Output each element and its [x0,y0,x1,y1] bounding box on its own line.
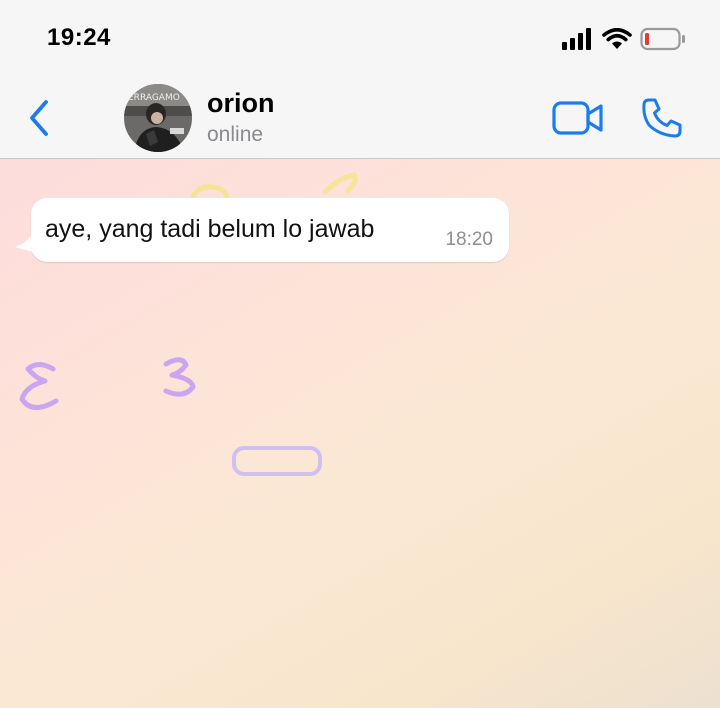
battery-icon [640,27,685,51]
phone-icon [642,98,682,138]
contact-avatar[interactable]: ERRAGAMO [124,84,192,152]
video-call-button[interactable] [552,100,604,136]
contact-name[interactable]: orion [207,88,275,119]
svg-text:ERRAGAMO: ERRAGAMO [128,93,180,103]
message-text: aye, yang tadi belum lo jawab [45,215,375,243]
voice-call-button[interactable] [640,96,684,140]
contact-status: online [207,123,264,146]
chat-header: ERRAGAMO orion online [0,72,720,159]
back-chevron-icon [30,100,48,136]
wifi-icon [602,28,632,49]
avatar-photo: ERRAGAMO [124,84,192,152]
status-time: 19:24 [47,24,111,51]
message-timestamp: 18:20 [445,229,493,250]
video-camera-icon [552,101,603,135]
back-button[interactable] [24,98,54,138]
status-icons [562,24,686,54]
chat-area[interactable]: aye, yang tadi belum lo jawab 18:20 [0,159,720,708]
message-bubble-incoming[interactable]: aye, yang tadi belum lo jawab 18:20 [31,198,509,262]
status-bar: 19:24 [0,0,720,72]
signal-icon [562,28,591,50]
